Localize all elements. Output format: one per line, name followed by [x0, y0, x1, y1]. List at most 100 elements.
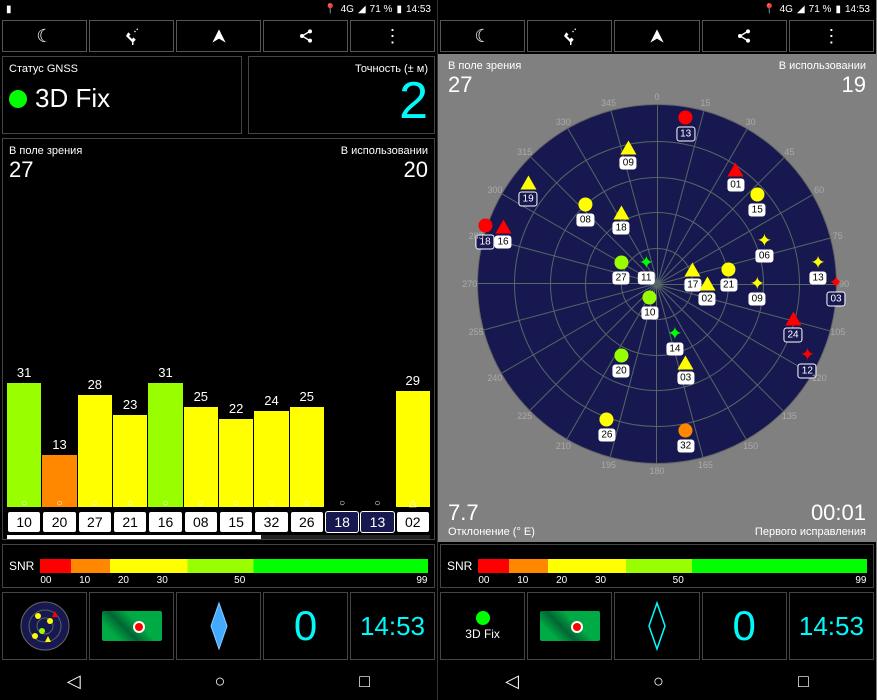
- in-use-label: В использовании: [341, 145, 428, 157]
- bar-column: 31: [7, 383, 41, 507]
- in-use-label: В использовании: [779, 60, 866, 72]
- bar-column: 25: [290, 407, 324, 507]
- time-tab[interactable]: 14:53: [789, 592, 874, 660]
- bottom-tabs: 0 14:53: [0, 590, 437, 662]
- satellite-marker: 10: [641, 291, 658, 320]
- satellite-marker: 24: [783, 311, 802, 342]
- satellite-marker: 15: [749, 187, 766, 216]
- moon-button[interactable]: ☾: [440, 20, 525, 52]
- home-button[interactable]: ○: [215, 671, 226, 692]
- compass-icon: [645, 601, 669, 651]
- map-tab[interactable]: [527, 592, 612, 660]
- in-view-label: В поле зрения: [9, 145, 82, 157]
- snr-bar-chart[interactable]: В поле зрения27 В использовании20 311328…: [2, 138, 435, 540]
- network-label: 4G: [341, 4, 354, 15]
- location-status-icon: 📍: [324, 4, 336, 15]
- bar-column: 24: [254, 411, 288, 507]
- speed-value: 0: [294, 602, 317, 650]
- map-mini-icon: [102, 611, 162, 641]
- gnss-status-value: 3D Fix: [35, 83, 110, 114]
- satellite-marker: 08: [577, 198, 594, 227]
- recent-button[interactable]: □: [798, 671, 809, 692]
- moon-button[interactable]: ☾: [2, 20, 87, 52]
- sat-id-chip[interactable]: ○13: [360, 511, 394, 533]
- sky-tab[interactable]: [2, 592, 87, 660]
- bar-column: 22: [219, 419, 253, 507]
- satellite-marker: 01: [727, 162, 744, 191]
- right-screen: 📍 4G ◢ 71 % ▮ 14:53 ☾ ⋮ В поле зрения27 …: [438, 0, 876, 700]
- bar-column: 29: [396, 391, 430, 507]
- snr-legend: SNR 001020305099: [440, 544, 874, 588]
- speed-tab[interactable]: 0: [702, 592, 787, 660]
- location-status-icon: 📍: [763, 4, 775, 15]
- status-bar: ▮ 📍 4G ◢ 71 % ▮ 14:53: [0, 0, 437, 18]
- satellite-marker: 16: [494, 219, 511, 248]
- signal-icon: ◢: [358, 4, 366, 15]
- ttff-label: Первого исправления: [755, 526, 866, 538]
- share-button[interactable]: [263, 20, 348, 52]
- sat-id-chip[interactable]: ○27: [78, 511, 112, 533]
- in-view-label: В поле зрения: [448, 60, 521, 72]
- accuracy-card[interactable]: Точность (± м) 2: [248, 56, 435, 134]
- compass-icon: [207, 601, 231, 651]
- antenna-button[interactable]: [527, 20, 612, 52]
- compass-tab[interactable]: [176, 592, 261, 660]
- map-tab[interactable]: [89, 592, 174, 660]
- battery-label: 71 %: [809, 4, 832, 15]
- in-use-value: 20: [341, 157, 428, 183]
- in-view-value: 27: [9, 157, 82, 183]
- signal-icon: ◢: [797, 4, 805, 15]
- recent-button[interactable]: □: [359, 671, 370, 692]
- sat-id-chip[interactable]: ○32: [254, 511, 288, 533]
- back-button[interactable]: ◁: [67, 671, 81, 692]
- android-navbar: ◁ ○ □: [0, 662, 437, 700]
- location-button[interactable]: [614, 20, 699, 52]
- sat-id-chip[interactable]: ○16: [148, 511, 182, 533]
- compass-tab[interactable]: [614, 592, 699, 660]
- home-button[interactable]: ○: [653, 671, 664, 692]
- clock-label: 14:53: [845, 4, 870, 15]
- battery-icon: ▮: [835, 4, 841, 15]
- time-tab[interactable]: 14:53: [350, 592, 435, 660]
- sat-id-chip[interactable]: ○15: [219, 511, 253, 533]
- chart-scrollbar[interactable]: [7, 535, 430, 539]
- menu-button[interactable]: ⋮: [350, 20, 435, 52]
- menu-button[interactable]: ⋮: [789, 20, 874, 52]
- speed-value: 0: [733, 602, 756, 650]
- left-screen: ▮ 📍 4G ◢ 71 % ▮ 14:53 ☾ ⋮ Статус GNSS 3: [0, 0, 438, 700]
- map-mini-icon: [540, 611, 600, 641]
- bar-column: 25: [184, 407, 218, 507]
- location-button[interactable]: [176, 20, 261, 52]
- sat-id-chip[interactable]: △02: [396, 511, 430, 533]
- status-tab-label: 3D Fix: [465, 627, 500, 641]
- speed-tab[interactable]: 0: [263, 592, 348, 660]
- sat-id-chip[interactable]: ○26: [290, 511, 324, 533]
- satellite-marker: 27: [613, 255, 630, 284]
- antenna-button[interactable]: [89, 20, 174, 52]
- snr-label: SNR: [9, 559, 34, 573]
- android-navbar: ◁ ○ □: [438, 662, 876, 700]
- bar-column: 23: [113, 415, 147, 507]
- sky-view[interactable]: В поле зрения27 В использовании19 130901…: [438, 54, 876, 542]
- snr-label: SNR: [447, 559, 472, 573]
- gnss-status-card[interactable]: Статус GNSS 3D Fix: [2, 56, 242, 134]
- sat-id-chip[interactable]: ○21: [113, 511, 147, 533]
- snr-gradient: 001020305099: [478, 559, 867, 573]
- sat-id-chip[interactable]: ○08: [184, 511, 218, 533]
- status-tab[interactable]: 3D Fix: [440, 592, 525, 660]
- share-button[interactable]: [702, 20, 787, 52]
- satellite-marker: 32: [677, 423, 694, 452]
- battery-icon: ▮: [396, 4, 402, 15]
- sat-id-chip[interactable]: ○20: [42, 511, 76, 533]
- ttff-value: 00:01: [755, 500, 866, 526]
- time-value: 14:53: [360, 611, 425, 642]
- satellite-marker: ✦11: [638, 255, 654, 284]
- back-button[interactable]: ◁: [505, 671, 519, 692]
- sat-id-chip[interactable]: ○18: [325, 511, 359, 533]
- satellite-marker: ✦13: [810, 255, 827, 284]
- toolbar: ☾ ⋮: [438, 18, 876, 54]
- battery-label: 71 %: [370, 4, 393, 15]
- deviation-value: 7.7: [448, 500, 535, 526]
- satellite-marker: 18: [613, 205, 630, 234]
- sat-id-chip[interactable]: ○10: [7, 511, 41, 533]
